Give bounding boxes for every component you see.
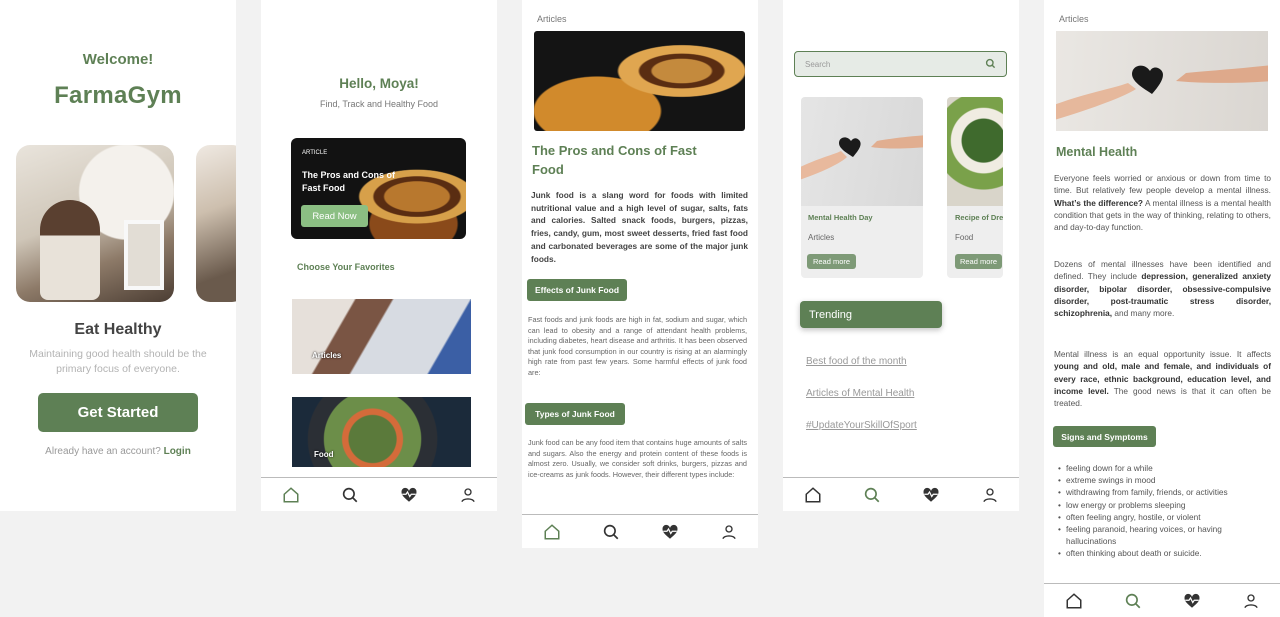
paragraph-1: Everyone feels worried or anxious or dow…	[1054, 173, 1271, 233]
result-card-recipe[interactable]: Recipe of Dre Food Read more	[947, 97, 1003, 278]
onboarding-image-reader	[16, 145, 174, 302]
bottom-nav	[1044, 583, 1280, 617]
result-card-title: Recipe of Dre	[955, 213, 1003, 222]
list-item: extreme swings in mood	[1058, 474, 1272, 486]
effects-paragraph: Fast foods and junk foods are high in fa…	[528, 315, 747, 377]
search-icon[interactable]	[860, 483, 884, 507]
list-item: withdrawing from family, friends, or act…	[1058, 486, 1272, 498]
heart-pulse-icon[interactable]	[919, 483, 943, 507]
get-started-button[interactable]: Get Started	[38, 393, 198, 432]
salad-image	[947, 97, 1003, 206]
screen-article-junk-food: Articles The Pros and Cons of Fast Food …	[522, 0, 758, 548]
card-title: The Pros and Cons of Fast Food	[302, 170, 396, 193]
section-title: Choose Your Favorites	[297, 262, 395, 272]
heart-pulse-icon[interactable]	[397, 483, 421, 507]
screen-home: Hello, Moya! Find, Track and Healthy Foo…	[261, 0, 497, 511]
list-item: often thinking about death or suicide.	[1058, 547, 1272, 559]
read-now-button[interactable]: Read Now	[301, 205, 368, 227]
greeting: Hello, Moya!	[339, 76, 419, 91]
card-tag: ARTICLE	[302, 150, 328, 156]
section-pill-symptoms: Signs and Symptoms	[1053, 426, 1156, 447]
heart-pulse-icon[interactable]	[1180, 589, 1204, 613]
search-icon[interactable]	[985, 58, 996, 71]
hands-heart-image	[801, 97, 923, 206]
screen-search: Search Mental Health Day Articles Read m…	[783, 0, 1019, 511]
screen-welcome: Welcome! FarmaGym Eat Healthy Maintainin…	[0, 0, 236, 511]
list-item: feeling paranoid, hearing voices, or hav…	[1058, 523, 1272, 547]
list-item: feeling down for a while	[1058, 462, 1272, 474]
paragraph-2: Dozens of mental illnesses have been ide…	[1054, 259, 1271, 319]
symptoms-list: feeling down for a while extreme swings …	[1058, 462, 1272, 560]
favorite-food[interactable]: Food	[292, 397, 471, 467]
article-hero-image	[534, 31, 745, 131]
profile-icon[interactable]	[717, 520, 741, 544]
bottom-nav	[261, 477, 497, 511]
favorite-food-label: Food	[314, 450, 334, 459]
favorite-articles-label: Articles	[312, 351, 342, 360]
types-paragraph: Junk food can be any food item that cont…	[528, 438, 747, 479]
article-title: The Pros and Cons of Fast Food	[532, 143, 697, 177]
paragraph-3: Mental illness is an equal opportunity i…	[1054, 349, 1271, 409]
tagline: Find, Track and Healthy Food	[319, 99, 439, 109]
trending-link-3[interactable]: #UpdateYourSkillOfSport	[806, 420, 917, 431]
home-icon[interactable]	[279, 483, 303, 507]
search-icon[interactable]	[1121, 589, 1145, 613]
search-icon[interactable]	[599, 520, 623, 544]
article-hero-image	[1051, 31, 1273, 131]
login-link[interactable]: Login	[164, 446, 191, 457]
section-pill-types: Types of Junk Food	[525, 403, 625, 425]
article-tag: Articles	[537, 14, 567, 24]
result-card-category: Food	[955, 233, 974, 242]
featured-article-card[interactable]: ARTICLE The Pros and Cons of Fast Food R…	[291, 138, 466, 239]
trending-link-1[interactable]: Best food of the month	[806, 356, 907, 367]
article-intro: Junk food is a slang word for foods with…	[531, 190, 748, 264]
list-item: often feeling angry, hostile, or violent	[1058, 511, 1272, 523]
profile-icon[interactable]	[978, 483, 1002, 507]
home-icon[interactable]	[801, 483, 825, 507]
account-prompt-text: Already have an account?	[45, 446, 161, 457]
trending-chip[interactable]: Trending	[800, 301, 942, 328]
trending-link-2[interactable]: Articles of Mental Health	[806, 388, 914, 399]
profile-icon[interactable]	[456, 483, 480, 507]
home-icon[interactable]	[540, 520, 564, 544]
list-item: low energy or problems sleeping	[1058, 499, 1272, 511]
heart-pulse-icon[interactable]	[658, 520, 682, 544]
result-card-mental-health[interactable]: Mental Health Day Articles Read more	[801, 97, 923, 278]
read-more-button[interactable]: Read more	[955, 254, 1002, 269]
result-card-title: Mental Health Day	[808, 213, 873, 222]
favorite-articles[interactable]: Articles	[292, 299, 471, 374]
onboarding-heading: Eat Healthy	[74, 321, 162, 338]
section-pill-effects: Effects of Junk Food	[527, 279, 627, 301]
home-icon[interactable]	[1062, 589, 1086, 613]
article-tag: Articles	[1059, 14, 1089, 24]
article-title: Mental Health	[1056, 145, 1138, 159]
profile-icon[interactable]	[1239, 589, 1263, 613]
read-more-button[interactable]: Read more	[807, 254, 856, 269]
onboarding-image-next	[196, 145, 236, 302]
onboarding-subtitle: Maintaining good health should be the pr…	[29, 348, 207, 375]
bottom-nav	[522, 514, 758, 548]
welcome-text: Welcome!	[82, 51, 154, 68]
brand-title: FarmaGym	[54, 82, 182, 109]
screen-article-mental-health: Articles Mental Health Everyone feels wo…	[1044, 0, 1280, 617]
search-icon[interactable]	[338, 483, 362, 507]
search-placeholder: Search	[805, 59, 831, 69]
bottom-nav	[783, 477, 1019, 511]
result-card-category: Articles	[808, 233, 835, 242]
search-input[interactable]: Search	[794, 51, 1007, 77]
login-prompt: Already have an account? Login	[0, 446, 236, 457]
